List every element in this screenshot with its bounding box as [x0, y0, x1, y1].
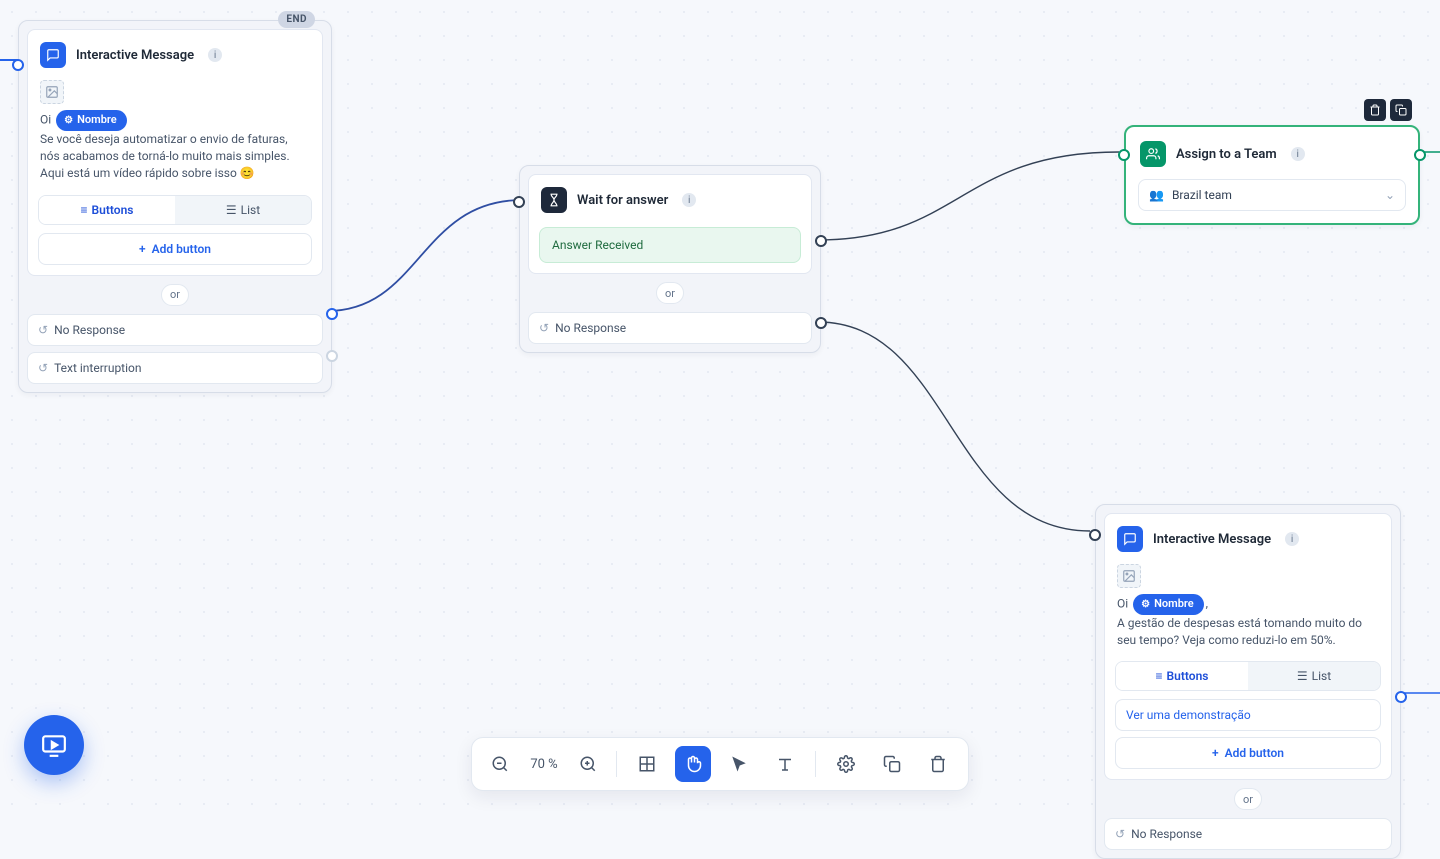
port-out-answer-received[interactable] [815, 235, 827, 247]
zoom-in-button[interactable] [572, 746, 604, 782]
zoom-level: 70 % [518, 757, 570, 772]
variable-chip-nombre[interactable]: Nombre [1133, 594, 1204, 615]
port-out-text-interruption[interactable] [326, 350, 338, 362]
node-title: Interactive Message [1153, 532, 1271, 547]
info-icon[interactable]: i [1285, 532, 1299, 546]
duplicate-node-button[interactable] [1390, 99, 1412, 121]
node-title: Wait for answer [577, 193, 668, 208]
demo-button[interactable]: Ver uma demonstração [1115, 699, 1381, 731]
delete-node-button[interactable] [1364, 99, 1386, 121]
toggle-buttons[interactable]: ≡Buttons [1116, 662, 1248, 690]
branch-no-response[interactable]: ↺ No Response [528, 312, 812, 344]
buttons-list-toggle[interactable]: ≡Buttons ☰List [1115, 661, 1381, 691]
message-body[interactable]: Oi Nombre, A gestão de despesas está tom… [1115, 594, 1381, 657]
delete-button[interactable] [920, 746, 956, 782]
info-icon[interactable]: i [682, 193, 696, 207]
port-in[interactable] [12, 59, 24, 71]
plus-icon: + [1212, 746, 1219, 760]
add-button[interactable]: + Add button [1115, 737, 1381, 769]
hourglass-icon [541, 187, 567, 213]
copy-button[interactable] [874, 746, 910, 782]
toggle-buttons[interactable]: ≡Buttons [39, 196, 175, 224]
port-in[interactable] [1089, 529, 1101, 541]
node-interactive-message-2[interactable]: Interactive Message i Oi Nombre, A gestã… [1095, 504, 1401, 859]
text-tool-button[interactable] [767, 746, 803, 782]
preview-fab[interactable] [24, 715, 84, 775]
port-out[interactable] [1414, 149, 1426, 161]
branch-answer-received[interactable]: Answer Received [539, 227, 801, 263]
redo-icon: ↺ [38, 361, 48, 375]
users-icon: 👥 [1149, 188, 1164, 202]
variable-chip-nombre[interactable]: Nombre [56, 110, 127, 131]
port-in[interactable] [513, 196, 525, 208]
or-label: or [656, 282, 684, 304]
separator [815, 751, 816, 777]
info-icon[interactable]: i [1291, 147, 1305, 161]
node-interactive-message-1[interactable]: END Interactive Message i Oi Nombre Se v… [18, 20, 332, 393]
message-body[interactable]: Oi Nombre Se você deseja automatizar o e… [38, 110, 312, 191]
buttons-list-toggle[interactable]: ≡Buttons ☰List [38, 195, 312, 225]
redo-icon: ↺ [539, 321, 549, 335]
branch-text-interruption[interactable]: ↺ Text interruption [27, 352, 323, 384]
team-icon [1140, 141, 1166, 167]
media-thumbnail[interactable] [1117, 564, 1141, 588]
chat-icon [40, 42, 66, 68]
plus-icon: + [139, 242, 146, 256]
branch-no-response[interactable]: ↺ No Response [27, 314, 323, 346]
port-out-demo[interactable] [1395, 691, 1407, 703]
redo-icon: ↺ [1115, 827, 1125, 841]
or-label: or [161, 284, 189, 306]
branch-no-response[interactable]: ↺ No Response [1104, 818, 1392, 850]
badge-end: END [278, 11, 315, 28]
media-thumbnail[interactable] [40, 80, 64, 104]
pan-tool-button[interactable] [675, 746, 711, 782]
select-tool-button[interactable] [721, 746, 757, 782]
settings-button[interactable] [828, 746, 864, 782]
toggle-list[interactable]: ☰List [1248, 662, 1380, 690]
or-label: or [1234, 788, 1262, 810]
port-out-no-response[interactable] [815, 317, 827, 329]
team-select[interactable]: 👥 Brazil team ⌄ [1138, 179, 1406, 211]
canvas-toolbar: 70 % [471, 737, 969, 791]
node-assign-to-team[interactable]: Assign to a Team i 👥 Brazil team ⌄ [1124, 125, 1420, 225]
node-title: Assign to a Team [1176, 147, 1277, 162]
node-title: Interactive Message [76, 48, 194, 63]
zoom-out-button[interactable] [484, 746, 516, 782]
chat-icon [1117, 526, 1143, 552]
chevron-down-icon: ⌄ [1385, 188, 1395, 202]
info-icon[interactable]: i [208, 48, 222, 62]
flow-canvas[interactable]: END Interactive Message i Oi Nombre Se v… [0, 0, 1440, 815]
add-button[interactable]: + Add button [38, 233, 312, 265]
redo-icon: ↺ [38, 323, 48, 337]
toggle-list[interactable]: ☰List [175, 196, 311, 224]
node-wait-for-answer[interactable]: Wait for answer i Answer Received or ↺ N… [519, 165, 821, 353]
node-action-tray [1364, 99, 1412, 121]
grid-toggle-button[interactable] [629, 746, 665, 782]
separator [616, 751, 617, 777]
port-out-no-response[interactable] [326, 308, 338, 320]
port-in[interactable] [1118, 149, 1130, 161]
